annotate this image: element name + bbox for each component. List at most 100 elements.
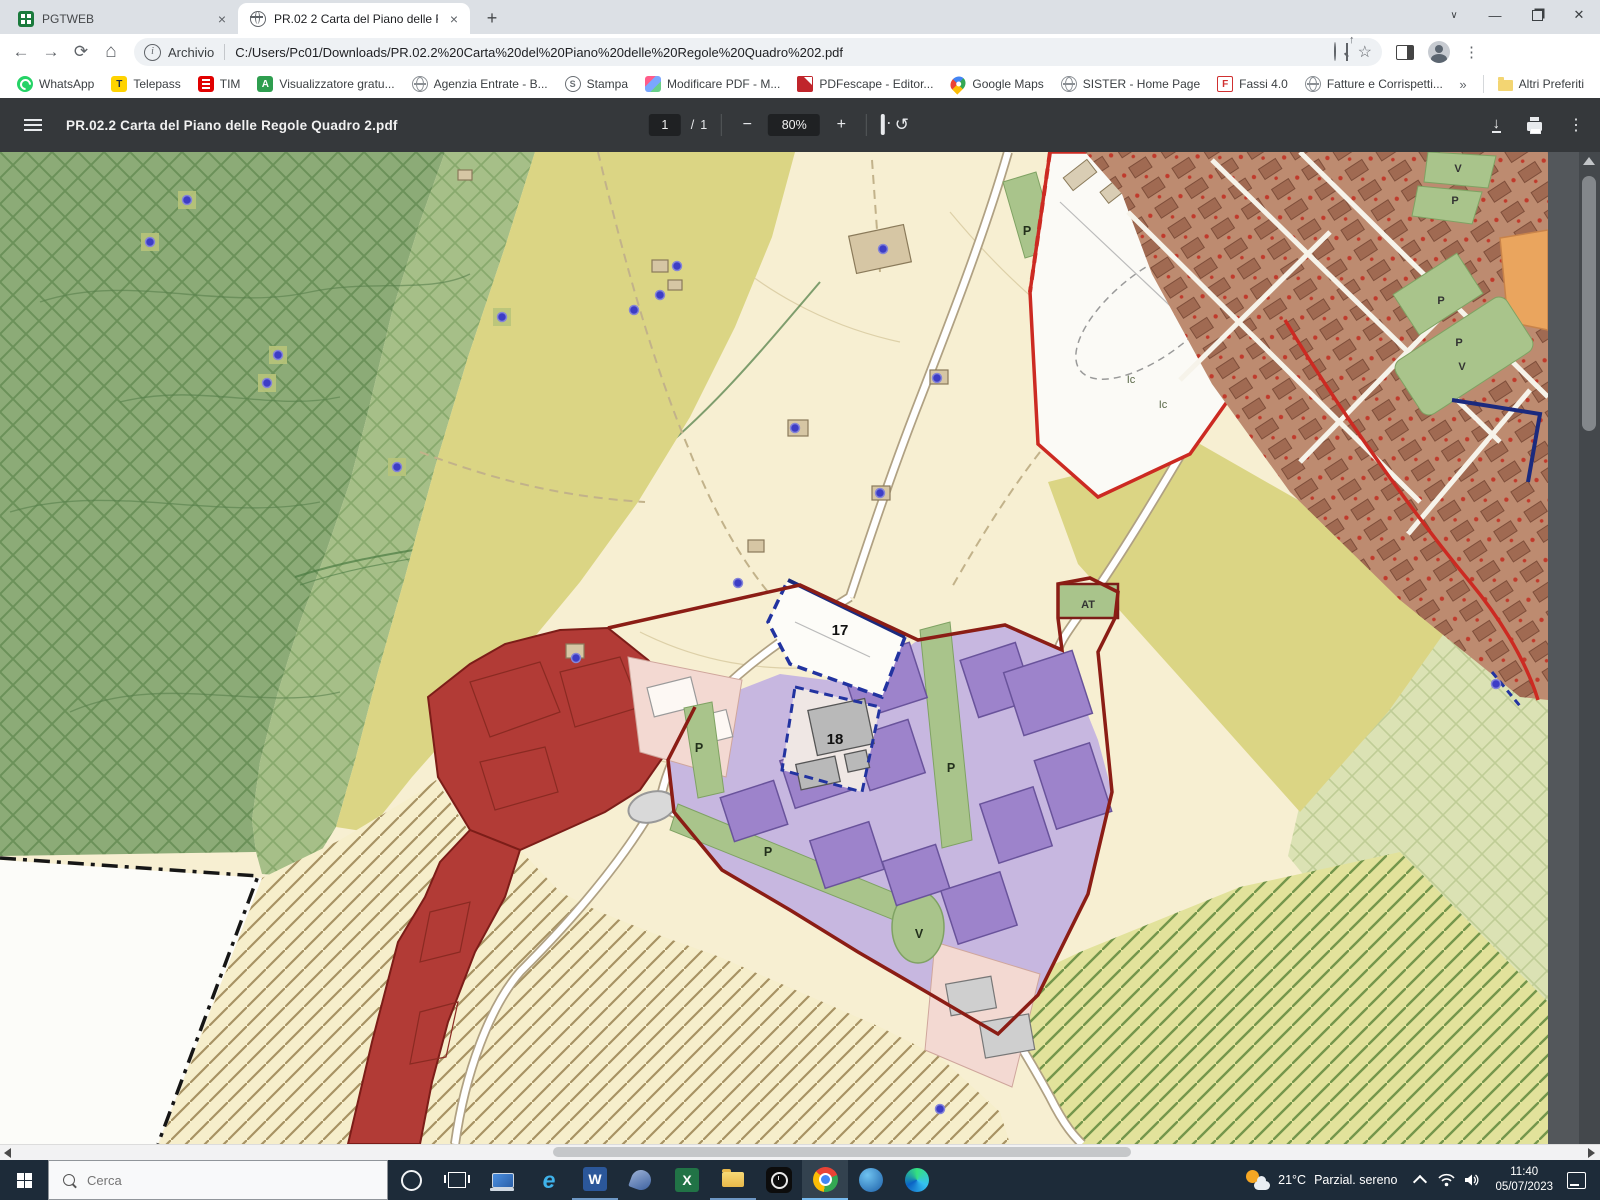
bookmark-whatsapp[interactable]: WhatsApp <box>17 76 94 92</box>
excel-button[interactable]: X <box>664 1160 710 1200</box>
globe-icon <box>1305 76 1321 92</box>
tim-icon <box>198 76 214 92</box>
reload-button[interactable]: ⟳ <box>66 42 96 62</box>
pdf-map-page[interactable]: 17 18 AT P Ic Ic P P P V V P P P V <box>0 152 1548 1144</box>
scroll-left-arrow-icon[interactable] <box>4 1148 11 1158</box>
pdf-page-controls: 1 /1 − 80% + ↻ <box>649 98 910 152</box>
close-window-button[interactable]: ✕ <box>1558 7 1600 23</box>
url-text[interactable]: C:/Users/Pc01/Downloads/PR.02.2%20Carta%… <box>235 45 1323 60</box>
windows-logo-icon <box>17 1173 32 1188</box>
bookmark-stampa[interactable]: SStampa <box>565 76 628 92</box>
side-panel-icon[interactable] <box>1396 45 1414 60</box>
rotate-button[interactable]: ↻ <box>895 115 909 135</box>
pdf-actions: ↓ ⋮ <box>1492 98 1585 152</box>
profile-avatar[interactable] <box>1428 41 1450 63</box>
close-tab-icon[interactable]: × <box>214 11 230 27</box>
print-icon[interactable] <box>1527 122 1542 131</box>
pdf-menu-icon[interactable] <box>24 119 42 122</box>
cortana-button[interactable] <box>388 1160 434 1200</box>
divider <box>866 114 867 136</box>
tab-search-chevron-icon[interactable]: ∨ <box>1434 10 1474 21</box>
excel-icon: X <box>675 1168 699 1192</box>
new-tab-button[interactable]: + <box>478 4 506 32</box>
tab-pgtweb[interactable]: PGTWEB × <box>6 3 238 34</box>
internet-explorer-button[interactable]: e <box>526 1160 572 1200</box>
zoom-indicator-icon[interactable] <box>1334 43 1336 61</box>
other-bookmarks-folder[interactable]: Altri Preferiti <box>1498 77 1584 91</box>
vertical-scrollbar-thumb[interactable] <box>1582 176 1596 431</box>
tray-expand-button[interactable] <box>1407 1173 1433 1187</box>
zoom-in-button[interactable]: + <box>830 116 852 134</box>
bookmark-label: Visualizzatore gratu... <box>279 77 394 91</box>
bookmark-fassi[interactable]: FFassi 4.0 <box>1217 76 1288 92</box>
fit-page-button[interactable] <box>881 116 885 134</box>
bookmark-telepass[interactable]: TTelepass <box>111 76 180 92</box>
restore-button[interactable] <box>1516 10 1558 21</box>
forward-button[interactable]: → <box>36 42 66 62</box>
horizontal-scrollbar-thumb[interactable] <box>553 1147 1131 1157</box>
bookmark-google-maps[interactable]: Google Maps <box>950 77 1043 91</box>
bookmark-fatture[interactable]: Fatture e Corrispetti... <box>1305 76 1443 92</box>
bookmark-sister[interactable]: SISTER - Home Page <box>1061 76 1200 92</box>
parking-label: P <box>1455 337 1462 349</box>
speaker-icon <box>1464 1173 1480 1187</box>
wifi-icon <box>1438 1173 1455 1187</box>
share-icon[interactable] <box>1346 43 1348 61</box>
divider <box>1483 75 1484 93</box>
edge-button[interactable] <box>894 1160 940 1200</box>
close-tab-icon[interactable]: × <box>446 11 462 27</box>
green-label-v: V <box>915 927 924 941</box>
search-input[interactable] <box>85 1172 329 1189</box>
scroll-up-arrow-icon[interactable] <box>1583 157 1595 165</box>
scroll-right-arrow-icon[interactable] <box>1588 1148 1595 1158</box>
fassi-icon: F <box>1217 76 1233 92</box>
clock-time: 11:40 <box>1495 1165 1553 1180</box>
back-button[interactable]: ← <box>6 42 36 62</box>
action-center-icon[interactable] <box>1567 1172 1586 1189</box>
blue-app-button[interactable] <box>848 1160 894 1200</box>
bookmark-label: Google Maps <box>972 77 1043 91</box>
whatsapp-icon <box>17 76 33 92</box>
this-pc-button[interactable] <box>480 1160 526 1200</box>
zone-label-18: 18 <box>827 731 844 748</box>
taskbar-search[interactable] <box>48 1160 388 1200</box>
address-bar[interactable]: i Archivio C:/Users/Pc01/Downloads/PR.02… <box>134 38 1382 66</box>
word-button[interactable]: W <box>572 1160 618 1200</box>
bookmark-visualizzatore[interactable]: AVisualizzatore gratu... <box>257 76 394 92</box>
weather-condition: Parzial. sereno <box>1314 1173 1397 1187</box>
toolbar-right: ⋮ <box>1396 41 1479 63</box>
zoning-map-canvas[interactable]: 17 18 AT P Ic Ic P P P V V P P P V <box>0 152 1548 1144</box>
bookmark-star-icon[interactable]: ☆ <box>1358 42 1372 62</box>
chevron-up-icon <box>1413 1175 1427 1189</box>
dark-app-button[interactable] <box>756 1160 802 1200</box>
green-label-v: V <box>1454 163 1462 175</box>
start-button[interactable] <box>0 1160 48 1200</box>
home-button[interactable]: ⌂ <box>96 41 126 63</box>
weather-widget[interactable]: 21°C Parzial. sereno <box>1234 1169 1407 1191</box>
task-view-button[interactable] <box>434 1160 480 1200</box>
file-explorer-button[interactable] <box>710 1160 756 1200</box>
page-info-icon[interactable]: i <box>144 44 161 61</box>
taskbar-clock[interactable]: 11:40 05/07/2023 <box>1485 1165 1563 1195</box>
page-number-input[interactable]: 1 <box>649 114 681 136</box>
browser-menu-icon[interactable]: ⋮ <box>1464 43 1479 61</box>
bookmark-agenzia-entrate[interactable]: Agenzia Entrate - B... <box>412 76 548 92</box>
bookmark-label: Altri Preferiti <box>1519 77 1584 91</box>
browser-toolbar: ← → ⟳ ⌂ i Archivio C:/Users/Pc01/Downloa… <box>0 34 1600 70</box>
tab-pdf-active[interactable]: PR.02 2 Carta del Piano delle Re × <box>238 3 470 34</box>
bookmark-modificare-pdf[interactable]: Modificare PDF - M... <box>645 76 780 92</box>
parking-label: P <box>764 845 772 859</box>
volume-button[interactable] <box>1459 1173 1485 1187</box>
bookmark-tim[interactable]: TIM <box>198 76 241 92</box>
zoom-out-button[interactable]: − <box>736 116 758 134</box>
zoom-level-input[interactable]: 80% <box>768 114 820 136</box>
bookmarks-overflow-chevron[interactable]: » <box>1459 77 1466 92</box>
wifi-button[interactable] <box>1433 1173 1459 1187</box>
download-icon[interactable]: ↓ <box>1492 117 1502 133</box>
bookmark-pdfescape[interactable]: PDFescape - Editor... <box>797 76 933 92</box>
app-button[interactable] <box>618 1160 664 1200</box>
minimize-button[interactable]: — <box>1474 8 1516 23</box>
pdf-more-icon[interactable]: ⋮ <box>1568 115 1584 135</box>
chrome-button[interactable] <box>802 1160 848 1200</box>
task-view-icon <box>448 1172 466 1188</box>
